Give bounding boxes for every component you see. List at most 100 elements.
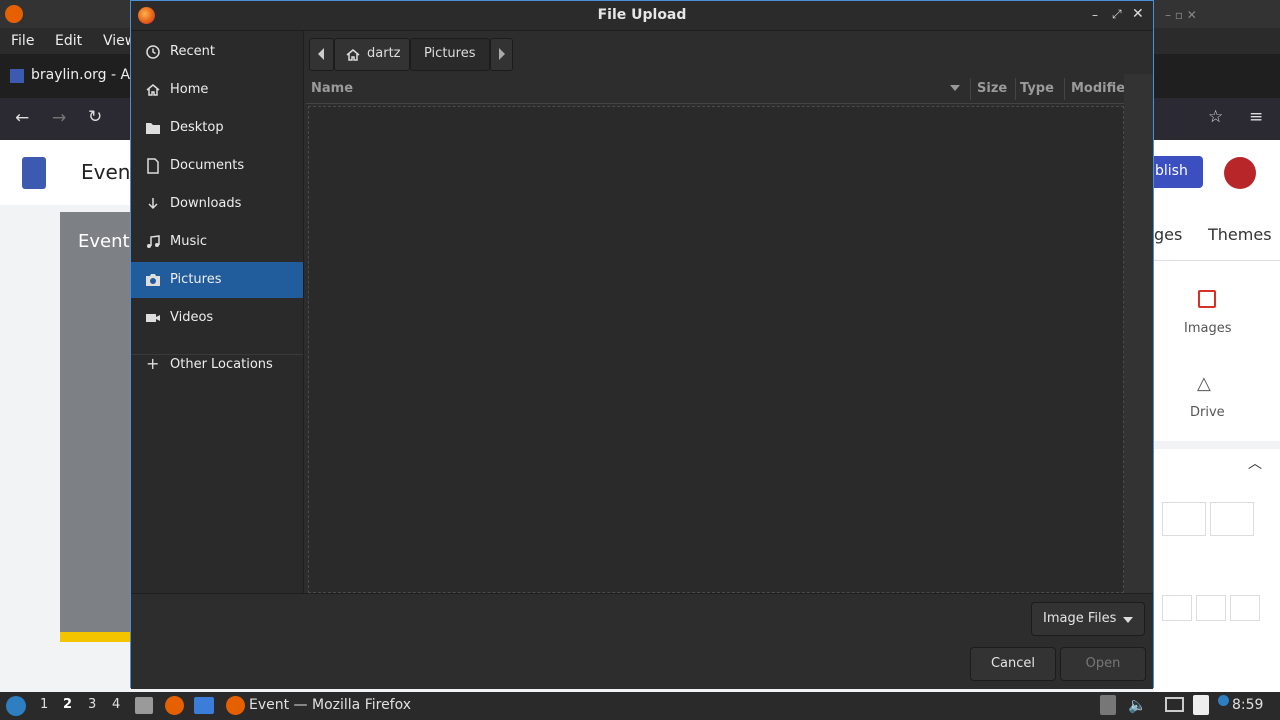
hero-title: Event <box>78 231 130 252</box>
window-controls-icon[interactable]: – ▫ ✕ <box>1165 8 1197 22</box>
sidebar-item-label: Downloads <box>170 196 242 211</box>
camera-icon <box>146 274 160 286</box>
plus-icon: + <box>146 354 160 373</box>
hero-accent-bar <box>60 632 132 642</box>
firefox-icon <box>5 5 23 23</box>
bookmark-star-icon[interactable]: ☆ <box>1208 107 1223 127</box>
avatar[interactable] <box>1224 157 1256 189</box>
filter-label: Image Files <box>1043 611 1117 626</box>
dialog-titlebar: File Upload – ⤢ ✕ <box>131 1 1153 31</box>
sidebar-item-pictures[interactable]: Pictures <box>131 262 303 298</box>
sidebar-item-videos[interactable]: Videos <box>131 300 303 336</box>
volume-icon[interactable]: 🔈 <box>1128 696 1147 714</box>
column-type[interactable]: Type <box>1020 81 1054 96</box>
places-sidebar: Recent Home Desktop Documents Downloads … <box>131 31 304 593</box>
path-scroll-right-button[interactable] <box>490 38 513 71</box>
clock-icon <box>146 45 160 59</box>
file-list: Name Size Type Modifie <box>306 74 1125 593</box>
images-icon[interactable] <box>1198 290 1216 308</box>
column-size[interactable]: Size <box>977 81 1007 96</box>
dialog-title: File Upload <box>597 7 687 23</box>
firefox-launcher-icon[interactable] <box>165 696 184 715</box>
update-badge-icon[interactable] <box>1218 695 1229 706</box>
file-list-scroll-area[interactable] <box>1124 74 1153 593</box>
column-name[interactable]: Name <box>311 81 353 96</box>
path-crumb-label: Pictures <box>424 46 476 61</box>
cancel-button[interactable]: Cancel <box>970 647 1056 681</box>
column-modified[interactable]: Modifie <box>1071 81 1125 96</box>
file-type-filter-select[interactable]: Image Files <box>1031 602 1145 636</box>
collapse-chevron-icon[interactable]: ︿ <box>1248 453 1262 473</box>
workspace-1[interactable]: 1 <box>40 697 48 712</box>
layout-thumb[interactable] <box>1230 595 1260 621</box>
layout-thumb[interactable] <box>1162 502 1206 536</box>
images-label[interactable]: Images <box>1184 321 1232 336</box>
menu-edit[interactable]: Edit <box>55 33 82 49</box>
tab-favicon-icon <box>10 69 24 83</box>
start-menu-icon[interactable] <box>6 696 26 716</box>
workspace-4[interactable]: 4 <box>112 697 120 712</box>
sidebar-item-recent[interactable]: Recent <box>131 34 303 70</box>
reload-icon[interactable]: ↻ <box>88 107 102 127</box>
sites-logo-icon <box>22 157 46 189</box>
layout-thumb[interactable] <box>1210 502 1254 536</box>
taskbar-window-title[interactable]: Event — Mozilla Firefox <box>249 697 411 713</box>
clock[interactable]: 8:59 <box>1232 697 1263 713</box>
drive-label[interactable]: Drive <box>1190 405 1225 420</box>
menu-file[interactable]: File <box>11 33 34 49</box>
sidebar-item-label: Other Locations <box>170 357 273 372</box>
sort-arrow-icon[interactable] <box>950 85 960 91</box>
sidebar-item-label: Desktop <box>170 120 224 135</box>
sidebar-item-label: Videos <box>170 310 214 325</box>
tab-themes[interactable]: Themes <box>1208 225 1272 244</box>
forward-icon[interactable]: → <box>52 108 66 128</box>
music-icon <box>147 235 160 248</box>
chevron-left-icon <box>318 48 324 60</box>
close-icon[interactable]: ✕ <box>1132 6 1144 22</box>
sidebar-item-music[interactable]: Music <box>131 224 303 260</box>
clipboard-icon[interactable] <box>1100 695 1116 715</box>
right-panel: ges Themes Images △ Drive ︿ <box>1154 205 1280 692</box>
download-icon <box>148 198 158 210</box>
path-crumb-pictures[interactable]: Pictures <box>410 38 490 71</box>
document-icon <box>147 158 159 174</box>
maximize-icon[interactable]: ⤢ <box>1112 7 1122 22</box>
workspace-2[interactable]: 2 <box>63 697 72 712</box>
home-icon <box>146 84 160 96</box>
workspace-3[interactable]: 3 <box>88 697 96 712</box>
sidebar-item-home[interactable]: Home <box>131 72 303 108</box>
taskbar: 1 2 3 4 Event — Mozilla Firefox 🔈 8:59 <box>0 692 1280 720</box>
display-icon[interactable] <box>1165 697 1184 712</box>
back-icon[interactable]: ← <box>15 108 29 128</box>
hero-image <box>60 212 132 642</box>
publish-button[interactable]: blish <box>1148 156 1203 188</box>
chevron-right-icon <box>499 48 505 60</box>
drive-icon[interactable]: △ <box>1197 373 1211 394</box>
open-button[interactable]: Open <box>1060 647 1146 681</box>
notes-icon[interactable] <box>1193 695 1209 715</box>
video-icon <box>146 314 160 322</box>
firefox-window-icon <box>226 696 245 715</box>
sidebar-item-desktop[interactable]: Desktop <box>131 110 303 146</box>
path-scroll-left-button[interactable] <box>309 38 334 71</box>
tab-title[interactable]: braylin.org - Ab <box>31 67 139 83</box>
sidebar-item-label: Home <box>170 82 209 97</box>
column-header: Name Size Type Modifie <box>306 74 1125 104</box>
sidebar-item-label: Recent <box>170 44 215 59</box>
path-crumb-home[interactable]: dartz <box>334 38 410 71</box>
sidebar-item-label: Music <box>170 234 207 249</box>
sidebar-item-downloads[interactable]: Downloads <box>131 186 303 222</box>
sidebar-item-label: Pictures <box>170 272 222 287</box>
sidebar-item-documents[interactable]: Documents <box>131 148 303 184</box>
file-manager-icon[interactable] <box>135 697 153 714</box>
tab-pages-partial[interactable]: ges <box>1154 225 1182 244</box>
dialog-footer: Image Files Cancel Open <box>131 593 1153 689</box>
file-upload-dialog: File Upload – ⤢ ✕ Recent Home Desktop Do… <box>130 0 1154 689</box>
sidebar-item-other-locations[interactable]: + Other Locations <box>131 347 303 383</box>
menu-hamburger-icon[interactable]: ≡ <box>1249 107 1263 127</box>
file-list-body[interactable] <box>308 106 1124 593</box>
layout-thumb[interactable] <box>1196 595 1226 621</box>
minimize-icon[interactable]: – <box>1092 8 1098 22</box>
layout-thumb[interactable] <box>1162 595 1192 621</box>
desktop-icon[interactable] <box>194 697 214 714</box>
